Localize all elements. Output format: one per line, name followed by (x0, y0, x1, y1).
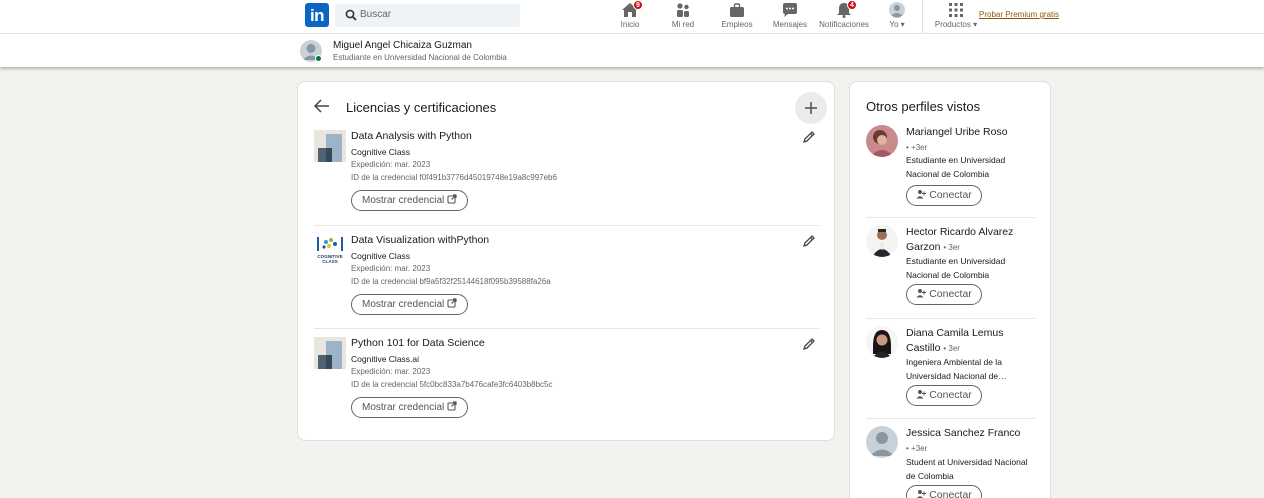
connection-degree: • +3er (906, 143, 928, 152)
cognitive-class-logo-icon: COGNITIVE CLASS (314, 234, 346, 266)
divider (866, 217, 1036, 218)
profile-headline: Estudiante en Universidad Nacional de Co… (906, 155, 1006, 179)
certification-date: Expedición: mar. 2023 (351, 160, 431, 169)
divider (866, 318, 1036, 319)
section-title: Otros perfiles vistos (866, 99, 981, 114)
briefcase-icon (728, 2, 746, 18)
certification-issuer: Cognitive Class (351, 251, 411, 261)
add-person-icon (916, 289, 927, 298)
search-input[interactable]: Buscar (335, 4, 520, 27)
svg-text:CLASS: CLASS (322, 259, 338, 264)
nav-item-label: Mi red (671, 20, 695, 29)
connect-button[interactable]: Conectar (906, 284, 982, 305)
divider (866, 418, 1036, 419)
connection-degree: • 3er (943, 344, 960, 353)
avatar[interactable] (866, 125, 898, 157)
connect-button[interactable]: Conectar (906, 185, 982, 206)
add-person-icon (917, 490, 927, 498)
network-icon (674, 2, 692, 18)
search-placeholder: Buscar (360, 9, 392, 20)
grid-icon (947, 2, 965, 18)
connect-button[interactable]: Conectar (906, 385, 982, 406)
nav-item-inicio[interactable]: 9 Inicio (602, 0, 658, 32)
edit-pencil-icon[interactable] (802, 130, 816, 144)
chevron-down-icon: ▾ (973, 20, 978, 29)
credential-id: ID de la credencial f0f491b3776d45019748… (351, 173, 557, 182)
certification-date: Expedición: mar. 2023 (351, 367, 431, 376)
search-icon (345, 9, 357, 21)
online-status-dot (315, 55, 322, 62)
nav-item-label: Notificaciones (819, 20, 869, 29)
linkedin-logo[interactable]: in (305, 3, 329, 27)
profile-name[interactable]: Mariangel Uribe Roso (906, 126, 1008, 138)
bell-icon: 4 (835, 0, 857, 18)
nav-item-label: Productos ▾ (934, 20, 978, 29)
certificate-logo-icon (314, 130, 346, 162)
nav-item-mensajes[interactable]: Mensajes (762, 2, 818, 32)
profile-headline: Estudiante en Universidad Nacional de Co… (906, 256, 1006, 280)
certification-date: Expedición: mar. 2023 (351, 264, 431, 273)
licenses-certifications-card: Licencias y certificaciones Data Analysi… (297, 81, 835, 441)
top-navigation-bar: in Buscar 9 Inicio Mi red Empleos Mensaj… (0, 0, 1264, 34)
nav-item-mi-red[interactable]: Mi red (655, 2, 711, 32)
add-person-icon (916, 190, 927, 199)
profile-headline: Student at Universidad Nacional de Colom… (906, 457, 1028, 481)
nav-item-empleos[interactable]: Empleos (709, 2, 765, 32)
avatar[interactable] (866, 426, 898, 458)
external-link-icon (447, 401, 457, 411)
avatar[interactable] (866, 225, 898, 257)
show-credential-button[interactable]: Mostrar credencial (351, 397, 469, 418)
certification-title: Python 101 for Data Science (351, 337, 485, 349)
plus-icon (805, 102, 817, 114)
divider (314, 225, 819, 226)
nav-item-label: Inicio (620, 20, 640, 29)
nav-item-notificaciones[interactable]: 4 Notificaciones (815, 0, 873, 32)
connection-degree: • +3er (906, 444, 928, 453)
certification-issuer: Cognitive Class (351, 147, 411, 157)
nav-item-yo[interactable]: Yo ▾ (869, 2, 925, 32)
back-arrow-icon[interactable] (313, 99, 331, 113)
credential-id: ID de la credencial 5fc0bc833a7b476cafe3… (351, 380, 553, 389)
avatar-icon (888, 2, 906, 18)
external-link-icon (447, 298, 457, 308)
connection-degree: • 3er (943, 243, 960, 252)
certification-title: Data Visualization withPython (351, 234, 490, 246)
certification-title: Data Analysis with Python (351, 130, 472, 142)
profile-headline: Estudiante en Universidad Nacional de Co… (333, 53, 507, 62)
show-credential-button[interactable]: Mostrar credencial (351, 294, 469, 315)
edit-pencil-icon[interactable] (802, 234, 816, 248)
connect-button[interactable]: Conectar (906, 485, 982, 498)
notification-badge: 9 (633, 0, 643, 10)
add-certification-button[interactable] (795, 92, 827, 124)
certification-issuer: Cognitive Class.ai (351, 354, 420, 364)
nav-item-label: Mensajes (772, 20, 808, 29)
profile-name[interactable]: Jessica Sanchez Franco (906, 427, 1020, 439)
nav-item-label: Empleos (721, 20, 753, 29)
edit-pencil-icon[interactable] (802, 337, 816, 351)
certificate-logo-icon (314, 337, 346, 369)
credential-id: ID de la credencial bf9a5f32f25144618f09… (351, 277, 551, 286)
avatar[interactable] (866, 326, 898, 358)
profile-name: Miguel Angel Chicaiza Guzman (333, 40, 472, 51)
home-icon: 9 (621, 0, 643, 18)
profile-headline: Ingeniera Ambiental de la Universidad Na… (906, 357, 1007, 381)
add-person-icon (916, 390, 927, 399)
nav-item-label: Yo ▾ (889, 20, 905, 29)
external-link-icon (447, 194, 457, 204)
notification-badge: 4 (847, 0, 857, 10)
message-icon (781, 2, 799, 18)
divider (314, 328, 819, 329)
chevron-down-icon: ▾ (900, 20, 905, 29)
nav-item-productos[interactable]: Productos ▾ (928, 2, 984, 32)
other-profiles-card: Otros perfiles vistos Mariangel Uribe Ro… (849, 81, 1051, 498)
nav-divider (922, 0, 923, 33)
show-credential-button[interactable]: Mostrar credencial (351, 190, 469, 211)
profile-sticky-header: Miguel Angel Chicaiza Guzman Estudiante … (0, 34, 1264, 67)
premium-link[interactable]: Probar Premium gratis (979, 10, 1059, 19)
page-title: Licencias y certificaciones (346, 100, 497, 115)
